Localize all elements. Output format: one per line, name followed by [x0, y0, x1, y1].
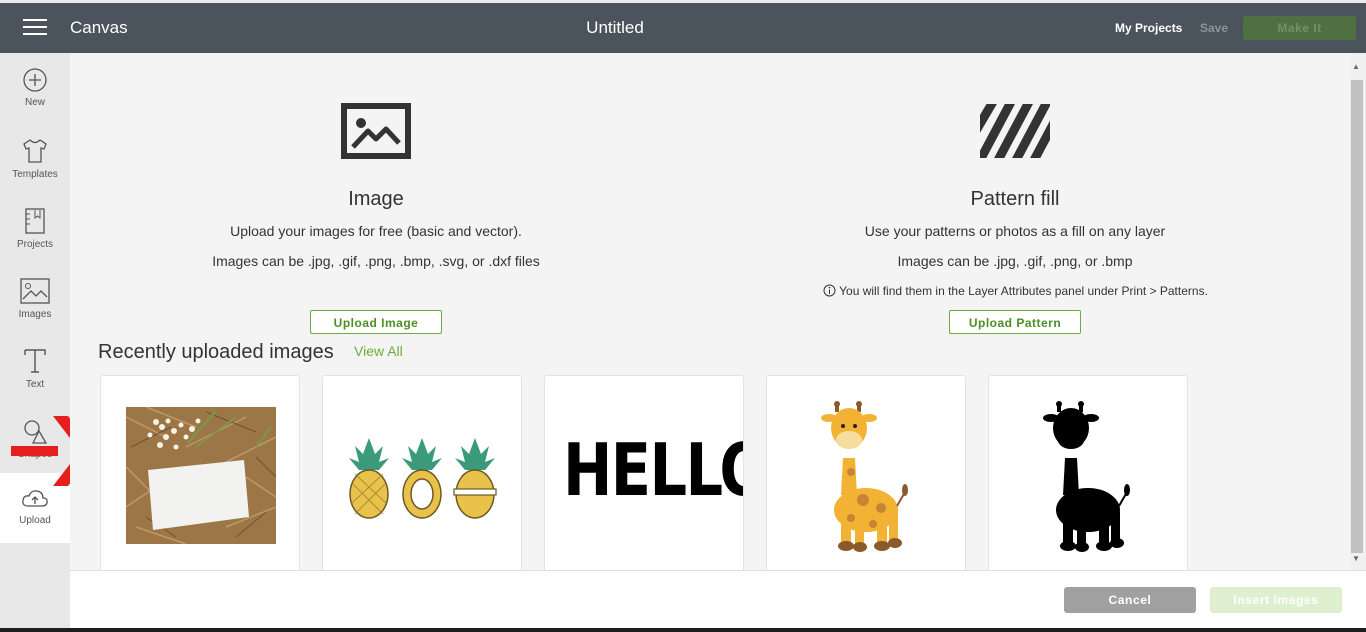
scroll-up-arrow-icon[interactable]: ▲ [1352, 62, 1360, 71]
pattern-section-description: Use your patterns or photos as a fill on… [864, 223, 1166, 239]
pattern-section: Pattern fill Use your patterns or photos… [815, 188, 1215, 269]
shirt-icon [23, 139, 47, 163]
sidebar-item-text[interactable]: Text [0, 347, 70, 417]
upload-pattern-button[interactable]: Upload Pattern [949, 310, 1081, 334]
notebook-icon [25, 208, 45, 234]
pattern-section-title: Pattern fill [970, 188, 1060, 210]
thumbnail-photo-flowers-card[interactable] [100, 375, 300, 575]
text-icon [24, 349, 46, 373]
image-section-description: Upload your images for free (basic and v… [230, 223, 522, 239]
sidebar-item-label: Templates [12, 169, 58, 180]
sidebar-item-new[interactable]: New [0, 67, 70, 137]
thumbnail-hello-text[interactable]: HELLO [544, 375, 744, 575]
top-bar: Canvas Untitled My Projects Save Make It [0, 0, 1366, 53]
insert-images-button[interactable]: Insert Images [1210, 587, 1342, 613]
plus-circle-icon [23, 68, 47, 92]
scroll-down-arrow-icon[interactable]: ▼ [1352, 554, 1360, 563]
image-section: Image Upload your images for free (basic… [176, 188, 576, 269]
pattern-section-formats: Images can be .jpg, .gif, .png, or .bmp [897, 253, 1133, 269]
hello-image-text: HELLO [563, 428, 743, 512]
pattern-info-note: You will find them in the Layer Attribut… [823, 284, 1208, 298]
scrollbar-thumb[interactable] [1351, 80, 1363, 553]
pattern-fill-icon [980, 104, 1050, 158]
image-upload-icon [341, 103, 411, 159]
upload-image-button[interactable]: Upload Image [310, 310, 442, 334]
sidebar-item-label: Upload [19, 515, 51, 526]
view-all-link[interactable]: View All [354, 343, 403, 359]
sidebar-item-label: Projects [16, 239, 54, 250]
pattern-info-text: You will find them in the Layer Attribut… [839, 284, 1208, 298]
sidebar-item-images[interactable]: Images [0, 277, 70, 347]
sidebar-item-label: New [24, 97, 45, 108]
sidebar-item-templates[interactable]: Templates [0, 137, 70, 207]
photo-image [126, 407, 276, 544]
save-button[interactable]: Save [1200, 21, 1228, 35]
recent-images-title: Recently uploaded images [98, 341, 334, 363]
giraffe-color-image [821, 401, 908, 552]
image-icon [20, 278, 50, 304]
image-section-title: Image [348, 188, 404, 210]
pineapples-image [349, 438, 497, 519]
giraffe-silhouette-image [1043, 401, 1130, 552]
thumbnail-giraffe-silhouette[interactable] [988, 375, 1188, 575]
cancel-button[interactable]: Cancel [1064, 587, 1196, 613]
sidebar-item-projects[interactable]: Projects [0, 207, 70, 277]
left-sidebar: New Templates Projects Images Text Shape… [0, 53, 70, 632]
thumbnail-giraffe-color[interactable] [766, 375, 966, 575]
sidebar-item-label: Images [18, 309, 52, 320]
make-it-button[interactable]: Make It [1243, 16, 1356, 40]
info-icon [823, 284, 836, 297]
sidebar-item-label: Text [25, 379, 45, 390]
my-projects-link[interactable]: My Projects [1115, 21, 1182, 35]
document-title[interactable]: Untitled [0, 18, 1230, 38]
taskbar-strip [0, 628, 1366, 632]
thumbnail-pineapples[interactable] [322, 375, 522, 575]
image-section-formats: Images can be .jpg, .gif, .png, .bmp, .s… [212, 253, 540, 269]
cloud-upload-icon [22, 490, 48, 507]
